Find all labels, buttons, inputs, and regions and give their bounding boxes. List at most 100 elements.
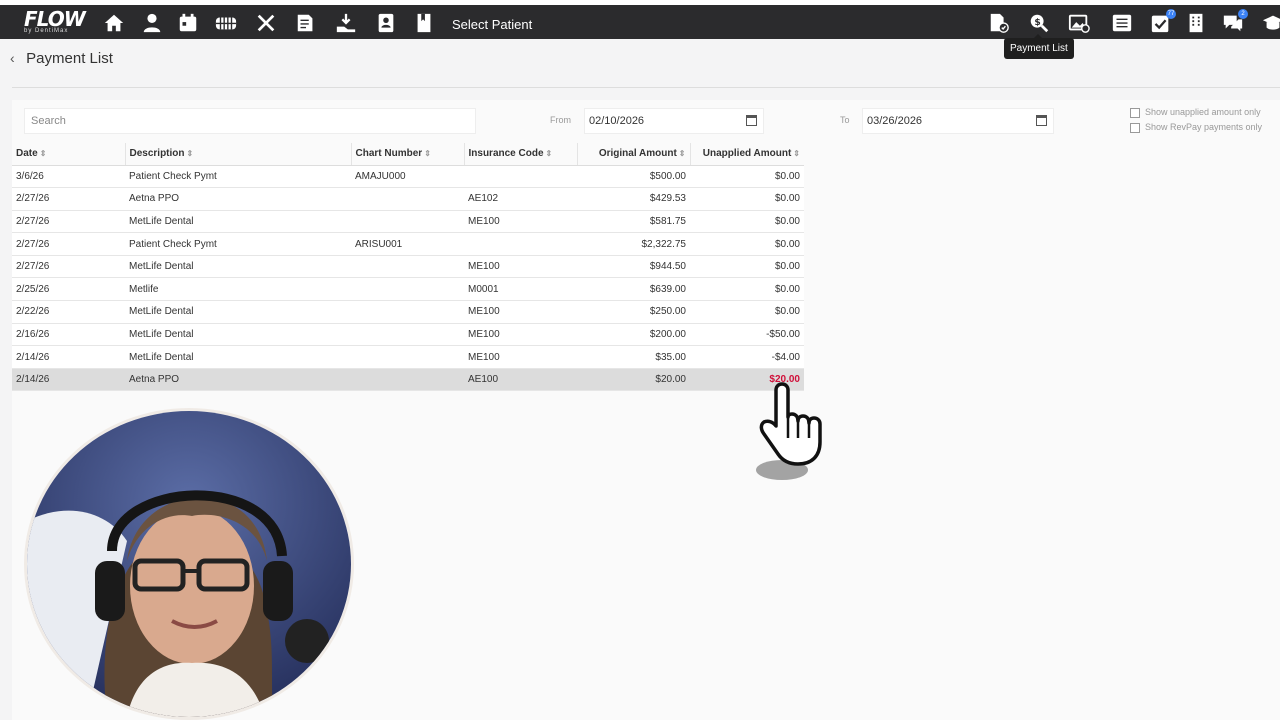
table-header-row: Date ⇕ Description ⇕ Chart Number ⇕ Insuran… xyxy=(12,143,804,166)
sort-icon[interactable]: ⇕ xyxy=(424,149,431,158)
webcam-overlay xyxy=(24,408,354,720)
tools-icon[interactable] xyxy=(255,12,277,34)
column-header-chart-number[interactable]: Chart Number ⇕ xyxy=(350,143,464,166)
show-revpay-checkbox[interactable] xyxy=(1130,122,1140,133)
page-title: Payment List xyxy=(26,50,113,67)
back-chevron-icon[interactable]: ‹ xyxy=(10,50,22,66)
show-revpay-label: Show RevPay payments only xyxy=(1145,122,1263,132)
chart-icon[interactable] xyxy=(215,12,237,34)
table-row[interactable]: 2/16/26 MetLife Dental ME100 $200.00 -$50.00 xyxy=(12,323,804,347)
calendar-icon[interactable] xyxy=(1036,115,1047,126)
list-icon[interactable] xyxy=(1111,12,1133,34)
cell-chart-number xyxy=(351,277,464,302)
column-header-original-amount[interactable]: Original Amount ⇕ xyxy=(576,143,690,166)
calendar-icon[interactable] xyxy=(746,115,757,126)
cell-unapplied-amount: $0.00 xyxy=(690,232,804,256)
column-header-unapplied-amount[interactable]: Unapplied Amount ⇕ xyxy=(689,143,804,166)
table-row[interactable]: 2/14/26 MetLife Dental ME100 $35.00 -$4.00 xyxy=(12,345,804,369)
to-label: To xyxy=(840,115,850,125)
cell-insurance-code: ME100 xyxy=(464,210,577,234)
to-date-value: 03/26/2026 xyxy=(867,115,923,127)
payment-list-tooltip: Payment List xyxy=(1004,34,1074,59)
tasks-icon[interactable]: 77 xyxy=(1150,9,1176,34)
cell-date: 2/14/26 xyxy=(12,368,125,392)
cell-chart-number xyxy=(351,255,464,279)
cell-insurance-code xyxy=(464,165,577,189)
from-date-input[interactable]: 02/10/2026 xyxy=(584,108,764,134)
sort-icon[interactable]: ⇕ xyxy=(187,149,194,158)
table-row[interactable]: 2/27/26 MetLife Dental ME100 $944.50 $0.00 xyxy=(12,255,804,279)
column-header-description[interactable]: Description ⇕ xyxy=(124,143,351,166)
select-patient-button[interactable]: Select Patient xyxy=(452,17,532,32)
svg-text:$: $ xyxy=(1034,17,1040,28)
column-header-insurance-code[interactable]: Insurance Code ⇕ xyxy=(463,143,577,166)
cell-original-amount: $500.00 xyxy=(577,165,690,189)
building-icon[interactable] xyxy=(1185,12,1207,34)
table-row[interactable]: 2/27/26 Aetna PPO AE102 $429.53 $0.00 xyxy=(12,187,804,211)
payment-icon[interactable] xyxy=(335,12,357,34)
cell-chart-number xyxy=(351,368,464,392)
logo-text: FLOW xyxy=(24,7,86,31)
cell-unapplied-amount: $0.00 xyxy=(690,187,804,211)
cell-unapplied-amount: $0.00 xyxy=(690,255,804,279)
chat-icon[interactable]: 2 xyxy=(1222,9,1248,34)
table-row[interactable]: 2/14/26 Aetna PPO AE100 $20.00 $20.00 xyxy=(12,368,804,392)
messages-badge: 2 xyxy=(1238,9,1248,19)
cell-description: MetLife Dental xyxy=(125,300,351,324)
notes-icon[interactable] xyxy=(413,12,435,34)
cell-unapplied-amount: $0.00 xyxy=(690,300,804,324)
cell-insurance-code: AE102 xyxy=(464,187,577,211)
cell-chart-number xyxy=(351,300,464,324)
show-unapplied-checkbox[interactable] xyxy=(1130,107,1140,118)
table-row[interactable]: 2/27/26 Patient Check Pymt ARISU001 $2,322.… xyxy=(12,232,804,256)
cell-chart-number xyxy=(351,210,464,234)
app-logo[interactable]: FLOW by DentiMax xyxy=(24,7,86,36)
cell-date: 2/27/26 xyxy=(12,255,125,279)
ledger-icon[interactable] xyxy=(295,12,317,34)
sort-icon[interactable]: ⇕ xyxy=(679,149,686,158)
table-row[interactable]: 3/6/26 Patient Check Pymt AMAJU000 $500.00 $… xyxy=(12,165,804,189)
show-revpay-option[interactable]: Show RevPay payments only xyxy=(1130,122,1262,133)
cell-description: MetLife Dental xyxy=(125,323,351,347)
cell-original-amount: $944.50 xyxy=(577,255,690,279)
document-check-icon[interactable] xyxy=(988,12,1010,34)
cell-description: MetLife Dental xyxy=(125,345,351,369)
cell-chart-number xyxy=(351,345,464,369)
cell-original-amount: $581.75 xyxy=(577,210,690,234)
cell-description: Patient Check Pymt xyxy=(125,165,351,189)
home-icon[interactable] xyxy=(103,12,125,34)
cell-chart-number xyxy=(351,187,464,211)
cell-date: 2/22/26 xyxy=(12,300,125,324)
image-icon[interactable] xyxy=(1068,12,1090,34)
cell-date: 2/27/26 xyxy=(12,232,125,256)
table-row[interactable]: 2/25/26 Metlife M0001 $639.00 $0.00 xyxy=(12,277,804,302)
show-unapplied-option[interactable]: Show unapplied amount only xyxy=(1130,107,1261,118)
header-divider xyxy=(12,87,1280,88)
from-label: From xyxy=(550,115,571,125)
to-date-input[interactable]: 03/26/2026 xyxy=(862,108,1054,134)
payment-search-icon[interactable]: $ xyxy=(1028,12,1050,34)
column-header-date[interactable]: Date ⇕ xyxy=(12,143,125,166)
sort-icon[interactable]: ⇕ xyxy=(793,149,800,158)
search-input[interactable]: Search xyxy=(24,108,476,134)
from-date-value: 02/10/2026 xyxy=(589,115,645,127)
sort-icon[interactable]: ⇕ xyxy=(546,149,553,158)
cell-insurance-code: AE100 xyxy=(464,368,577,392)
contacts-icon[interactable] xyxy=(375,12,397,34)
cell-chart-number xyxy=(351,323,464,347)
sort-icon[interactable]: ⇕ xyxy=(40,149,47,158)
patient-icon[interactable] xyxy=(141,12,163,34)
cell-original-amount: $2,322.75 xyxy=(577,232,690,256)
cell-insurance-code: ME100 xyxy=(464,300,577,324)
table-row[interactable]: 2/22/26 MetLife Dental ME100 $250.00 $0.00 xyxy=(12,300,804,324)
cell-unapplied-amount: -$50.00 xyxy=(690,323,804,347)
cell-description: MetLife Dental xyxy=(125,210,351,234)
cell-date: 2/16/26 xyxy=(12,323,125,347)
tasks-badge: 77 xyxy=(1166,9,1176,19)
table-row[interactable]: 2/27/26 MetLife Dental ME100 $581.75 $0.00 xyxy=(12,210,804,234)
graduation-icon[interactable] xyxy=(1262,12,1280,34)
calendar-icon[interactable] xyxy=(177,12,199,34)
cell-chart-number: AMAJU000 xyxy=(351,165,464,189)
cell-date: 2/27/26 xyxy=(12,210,125,234)
cell-original-amount: $639.00 xyxy=(577,277,690,302)
